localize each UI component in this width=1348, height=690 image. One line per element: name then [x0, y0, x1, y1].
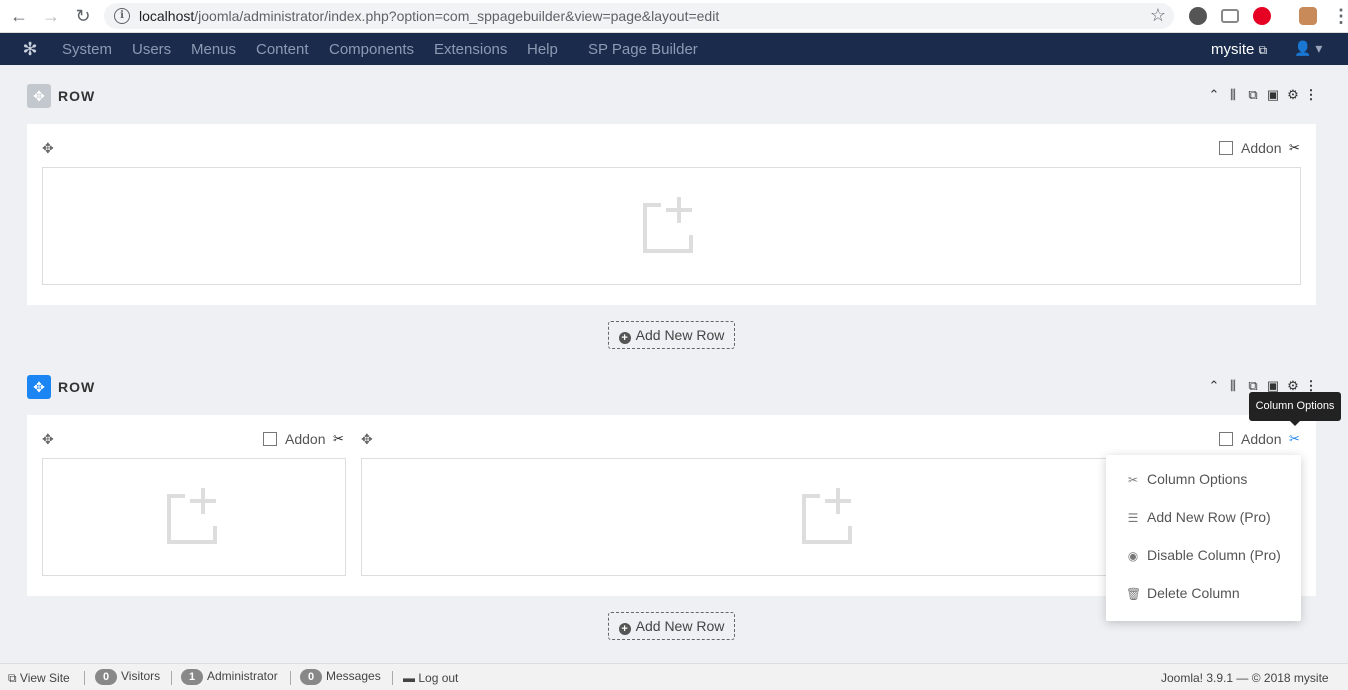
pinterest-icon[interactable]	[1253, 7, 1271, 25]
more-options-icon[interactable]: ⋮	[1304, 87, 1318, 103]
add-addon-button[interactable]: Addon	[1219, 140, 1281, 156]
extension-icon[interactable]	[1189, 7, 1207, 25]
row-toolbar: ⌃ ⫼ ⧉ ▣ ⚙ ⋮	[1207, 87, 1318, 105]
column-dropzone[interactable]	[42, 458, 346, 576]
menu-item-add-new-row[interactable]: ☰ Add New Row (Pro)	[1126, 509, 1271, 525]
add-addon-icon	[1219, 141, 1233, 155]
row-header: ✥ ROW ⌃ ⫼ ⧉ ▣ ⚙ ⋮	[27, 375, 1318, 399]
save-icon[interactable]: ▣	[1266, 87, 1280, 103]
eye-slash-icon: ◉	[1127, 549, 1139, 563]
site-link[interactable]: mysite ⧉	[1211, 41, 1267, 58]
column-options-icon[interactable]: ✂	[1289, 431, 1300, 447]
nav-components[interactable]: Components	[329, 41, 414, 58]
row-label: ROW	[58, 88, 96, 104]
external-link-icon: ⧉	[1258, 43, 1268, 57]
settings-gear-icon[interactable]: ⚙	[1286, 87, 1300, 103]
external-link-icon: ⧉	[8, 671, 17, 685]
browser-toolbar: ← → ↻ i localhost/joomla/administrator/i…	[0, 0, 1348, 33]
messages-status[interactable]: 0 Messages	[300, 669, 381, 685]
nav-system[interactable]: System	[62, 41, 112, 58]
add-addon-icon	[263, 432, 277, 446]
add-addon-button[interactable]: Addon	[1219, 431, 1281, 447]
row-panel: ✥ Addon ✂	[27, 124, 1316, 305]
collapse-icon[interactable]: ⌃	[1207, 378, 1221, 394]
column-options-icon[interactable]: ✂	[333, 431, 344, 447]
url-text: localhost/joomla/administrator/index.php…	[139, 8, 720, 24]
nav-content[interactable]: Content	[256, 41, 309, 58]
row-move-handle-icon[interactable]: ✥	[27, 375, 51, 399]
forward-icon[interactable]: →	[40, 6, 62, 26]
column-options-dropdown: ✂ Column Options ☰ Add New Row (Pro) ◉ Disa…	[1106, 455, 1301, 621]
add-addon-button[interactable]: Addon	[263, 431, 325, 447]
nav-help[interactable]: Help	[527, 41, 558, 58]
nav-extensions[interactable]: Extensions	[434, 41, 507, 58]
column-move-icon[interactable]: ✥	[42, 140, 54, 157]
bookmark-star-icon[interactable]: ☆	[1150, 5, 1166, 26]
status-bar: ⧉ View Site 0 Visitors 1 Administrator 0 Me…	[0, 663, 1348, 690]
nav-menus[interactable]: Menus	[191, 41, 236, 58]
profile-avatar[interactable]	[1299, 7, 1317, 25]
divider	[392, 671, 393, 685]
version-info: Joomla! 3.9.1 — © 2018 mysite	[1161, 671, 1329, 685]
row-header: ✥ ROW ⌃ ⫼ ⧉ ▣ ⚙ ⋮	[27, 84, 1318, 108]
admin-navbar: ✻ System Users Menus Content Components …	[0, 33, 1348, 65]
nav-sp-page-builder[interactable]: SP Page Builder	[588, 41, 698, 58]
column-dropzone[interactable]	[42, 167, 1301, 285]
collapse-icon[interactable]: ⌃	[1207, 87, 1221, 103]
reload-icon[interactable]: ↻	[72, 6, 94, 26]
divider	[290, 671, 291, 685]
view-site-link[interactable]: ⧉ View Site	[8, 671, 70, 686]
camera-icon[interactable]	[1221, 9, 1239, 23]
back-icon[interactable]: ←	[8, 6, 30, 26]
nav-users[interactable]: Users	[132, 41, 171, 58]
menu-item-column-options[interactable]: ✂ Column Options	[1126, 471, 1247, 487]
duplicate-icon[interactable]: ⧉	[1246, 87, 1260, 103]
browser-menu-icon[interactable]: ⋮	[1330, 6, 1348, 26]
add-addon-icon	[1219, 432, 1233, 446]
info-icon[interactable]: i	[114, 8, 130, 24]
columns-layout-icon[interactable]: ⫼	[1226, 87, 1240, 103]
columns-layout-icon[interactable]: ⫼	[1226, 378, 1240, 394]
menu-item-delete-column[interactable]: 🗑 Delete Column	[1126, 585, 1240, 601]
row-move-handle-icon[interactable]: ✥	[27, 84, 51, 108]
add-addon-placeholder-icon[interactable]	[802, 488, 858, 544]
divider	[171, 671, 172, 685]
tools-icon: ✂	[1127, 473, 1139, 487]
divider	[84, 671, 85, 685]
plus-circle-icon: +	[618, 332, 631, 344]
column-options-icon[interactable]: ✂	[1289, 140, 1300, 156]
row-label: ROW	[58, 379, 96, 395]
address-bar[interactable]: i localhost/joomla/administrator/index.p…	[104, 3, 1174, 29]
menu-item-disable-column[interactable]: ◉ Disable Column (Pro)	[1126, 547, 1281, 563]
plus-circle-icon: +	[618, 623, 631, 635]
column-move-icon[interactable]: ✥	[361, 431, 373, 448]
add-row-icon: ☰	[1127, 511, 1139, 525]
add-new-row-button[interactable]: + Add New Row	[608, 321, 735, 349]
logout-link[interactable]: ▬ Log out	[403, 671, 458, 685]
joomla-logo-icon[interactable]: ✻	[20, 39, 40, 59]
column-move-icon[interactable]: ✥	[42, 431, 54, 448]
add-addon-placeholder-icon[interactable]	[643, 197, 699, 253]
add-addon-placeholder-icon[interactable]	[167, 488, 223, 544]
add-new-row-button[interactable]: + Add New Row	[608, 612, 735, 640]
visitors-status[interactable]: 0 Visitors	[95, 669, 160, 685]
user-menu-icon[interactable]: 👤 ▾	[1294, 40, 1322, 57]
minus-icon: ▬	[403, 671, 415, 685]
tooltip: Column Options	[1249, 392, 1341, 426]
trash-icon: 🗑	[1126, 587, 1142, 601]
administrator-status[interactable]: 1 Administrator	[181, 669, 278, 685]
